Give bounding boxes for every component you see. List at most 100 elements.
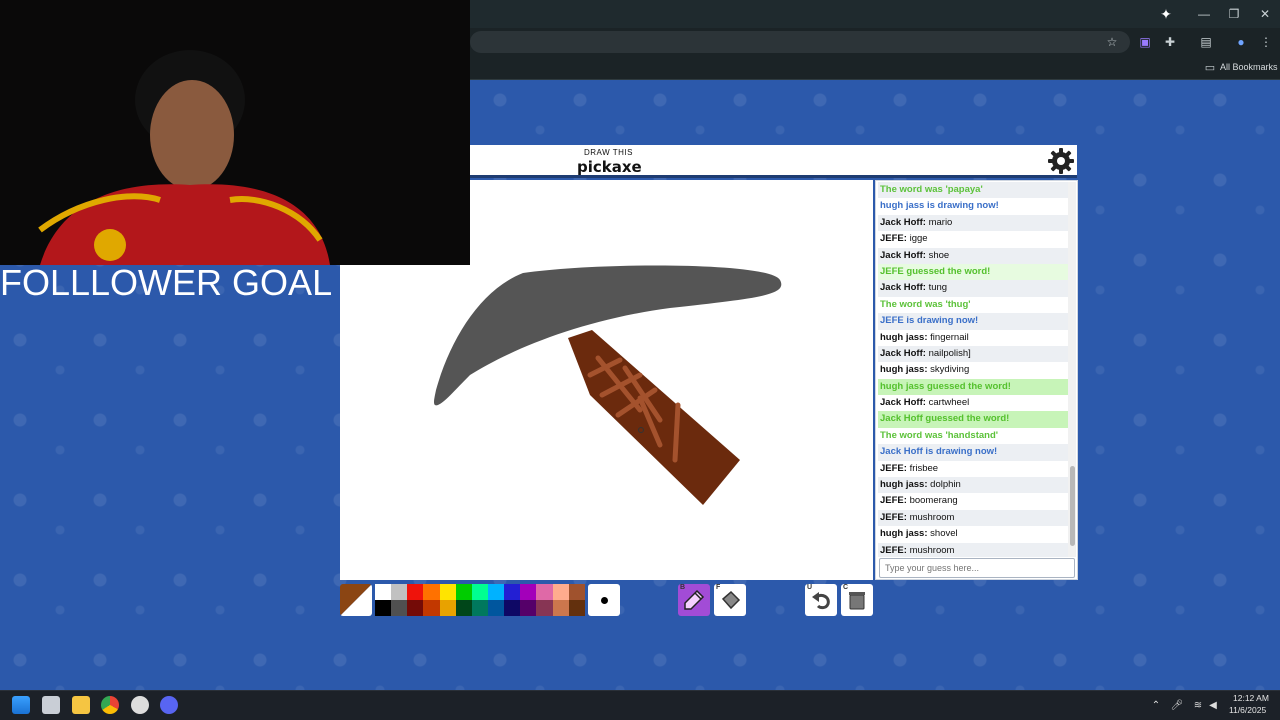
address-bar[interactable] [470,31,1130,53]
windows-start-icon[interactable] [12,696,30,714]
extension-icon[interactable]: ▣ [1135,32,1155,52]
color-swatch[interactable] [536,584,553,600]
chat-message: JEFE: boomerang [878,493,1068,509]
color-swatch[interactable] [391,584,408,600]
color-swatch[interactable] [568,600,585,616]
brush-size-button[interactable] [588,584,620,616]
all-bookmarks-label[interactable]: All Bookmarks [1220,62,1278,72]
undo-button[interactable]: U [805,584,837,616]
color-swatch[interactable] [391,600,408,616]
chat-message: hugh jass: skydiving [878,362,1068,378]
color-swatch[interactable] [552,584,569,600]
color-swatch[interactable] [471,600,488,616]
chat-text: shovel [927,528,958,540]
color-swatch[interactable] [407,584,424,600]
chat-message: JEFE: igge [878,231,1068,247]
chat-username: Jack Hoff: [880,347,926,359]
menu-icon[interactable]: ⋮ [1256,32,1276,52]
color-swatch[interactable] [520,584,537,600]
gear-icon[interactable] [1047,147,1075,175]
bucket-icon [721,590,741,610]
color-swatch[interactable] [375,584,392,600]
chat-message: Jack Hoff: nailpolish] [878,345,1068,363]
chat-username: JEFE: [880,544,907,556]
chat-username: Jack Hoff: [880,397,926,409]
color-swatch[interactable] [536,600,553,616]
chat-text: tung [925,282,948,294]
follower-goal-text: FOLLLOWER GOAL [0,262,333,303]
file-explorer-icon[interactable] [72,696,90,714]
fill-tool-button[interactable]: F [714,584,746,616]
color-swatch[interactable] [471,584,488,600]
color-swatch[interactable] [568,584,585,600]
color-swatch[interactable] [504,584,521,600]
pen-tool-button[interactable]: B [678,584,710,616]
chat-username: Jack Hoff: [880,216,926,228]
chevron-up-icon[interactable]: ⌃ [1146,695,1166,715]
puzzle-icon[interactable]: ✚ [1160,32,1180,52]
current-word: pickaxe [577,158,642,176]
webcam-overlay [0,0,470,265]
chat-text: frisbee [906,462,939,474]
color-swatch[interactable] [423,584,440,600]
chat-text: shoe [925,249,950,261]
chat-username: JEFE: [880,233,907,245]
chat-message: Jack Hoff: mario [878,214,1068,232]
clear-button[interactable]: C [841,584,873,616]
chat-message: The word was 'thug' [880,298,971,310]
chat-message: hugh jass guessed the word! [878,378,1068,396]
volume-icon[interactable]: ◀ [1203,695,1223,715]
chat-message: Jack Hoff guessed the word! [878,411,1068,428]
color-swatch[interactable] [455,600,472,616]
undo-icon [812,592,830,610]
clock-date[interactable]: 11/6/2025 [1229,705,1266,715]
chat-panel: The word was 'papaya' hugh jass is drawin… [875,180,1078,580]
color-swatch[interactable] [487,584,505,600]
color-swatch[interactable] [552,600,569,616]
chat-message: JEFE: mushroom [878,509,1068,527]
color-swatch[interactable] [423,600,440,616]
color-swatch[interactable] [375,600,392,616]
color-swatch[interactable] [439,584,456,600]
chat-text: boomerang [906,495,958,507]
chat-scroll-thumb[interactable] [1070,466,1075,546]
chat-username: JEFE: [880,462,907,474]
clock-time[interactable]: 12:12 AM [1233,693,1269,703]
chat-username: hugh jass: [880,479,928,491]
chat-username: hugh jass: [880,528,928,540]
task-view-icon[interactable] [42,696,60,714]
restore-icon[interactable]: ❐ [1224,4,1244,24]
color-swatch[interactable] [520,600,537,616]
color-swatch[interactable] [455,584,472,600]
close-icon[interactable]: ✕ [1255,4,1275,24]
sidepanel-icon[interactable]: ▤ [1196,32,1216,52]
star-icon[interactable]: ☆ [1102,32,1122,52]
chat-text: mario [925,216,953,228]
chat-message: Jack Hoff: tung [878,280,1068,297]
undo-key-label: U [807,584,813,591]
color-swatch[interactable] [487,600,505,616]
current-color-swatch[interactable] [340,584,372,616]
minimize-icon[interactable]: — [1194,4,1214,24]
chat-text: skydiving [927,364,970,376]
microphone-icon[interactable]: 🎤︎ [1167,695,1187,715]
profile-icon[interactable]: ● [1231,32,1251,52]
guess-input[interactable] [879,558,1075,578]
chat-message: hugh jass: shovel [878,526,1068,542]
chat-message: JEFE guessed the word! [878,263,1068,281]
chat-message: hugh jass: dolphin [878,477,1068,494]
obs-icon[interactable] [131,696,149,714]
color-swatch[interactable] [439,600,456,616]
color-swatch[interactable] [504,600,521,616]
chat-message: JEFE is drawing now! [878,313,1068,330]
color-swatch[interactable] [407,600,424,616]
chat-username: Jack Hoff: [880,282,926,294]
discord-icon[interactable] [160,696,178,714]
folder-icon[interactable]: ▭ [1200,57,1220,77]
chat-username: Jack Hoff: [880,249,926,261]
sparkle-icon[interactable]: ✦ [1156,4,1176,24]
chat-text: mushroom [906,511,955,523]
chat-message: JEFE: frisbee [878,461,1068,477]
chat-username: JEFE: [880,511,907,523]
chrome-icon[interactable] [101,696,119,714]
